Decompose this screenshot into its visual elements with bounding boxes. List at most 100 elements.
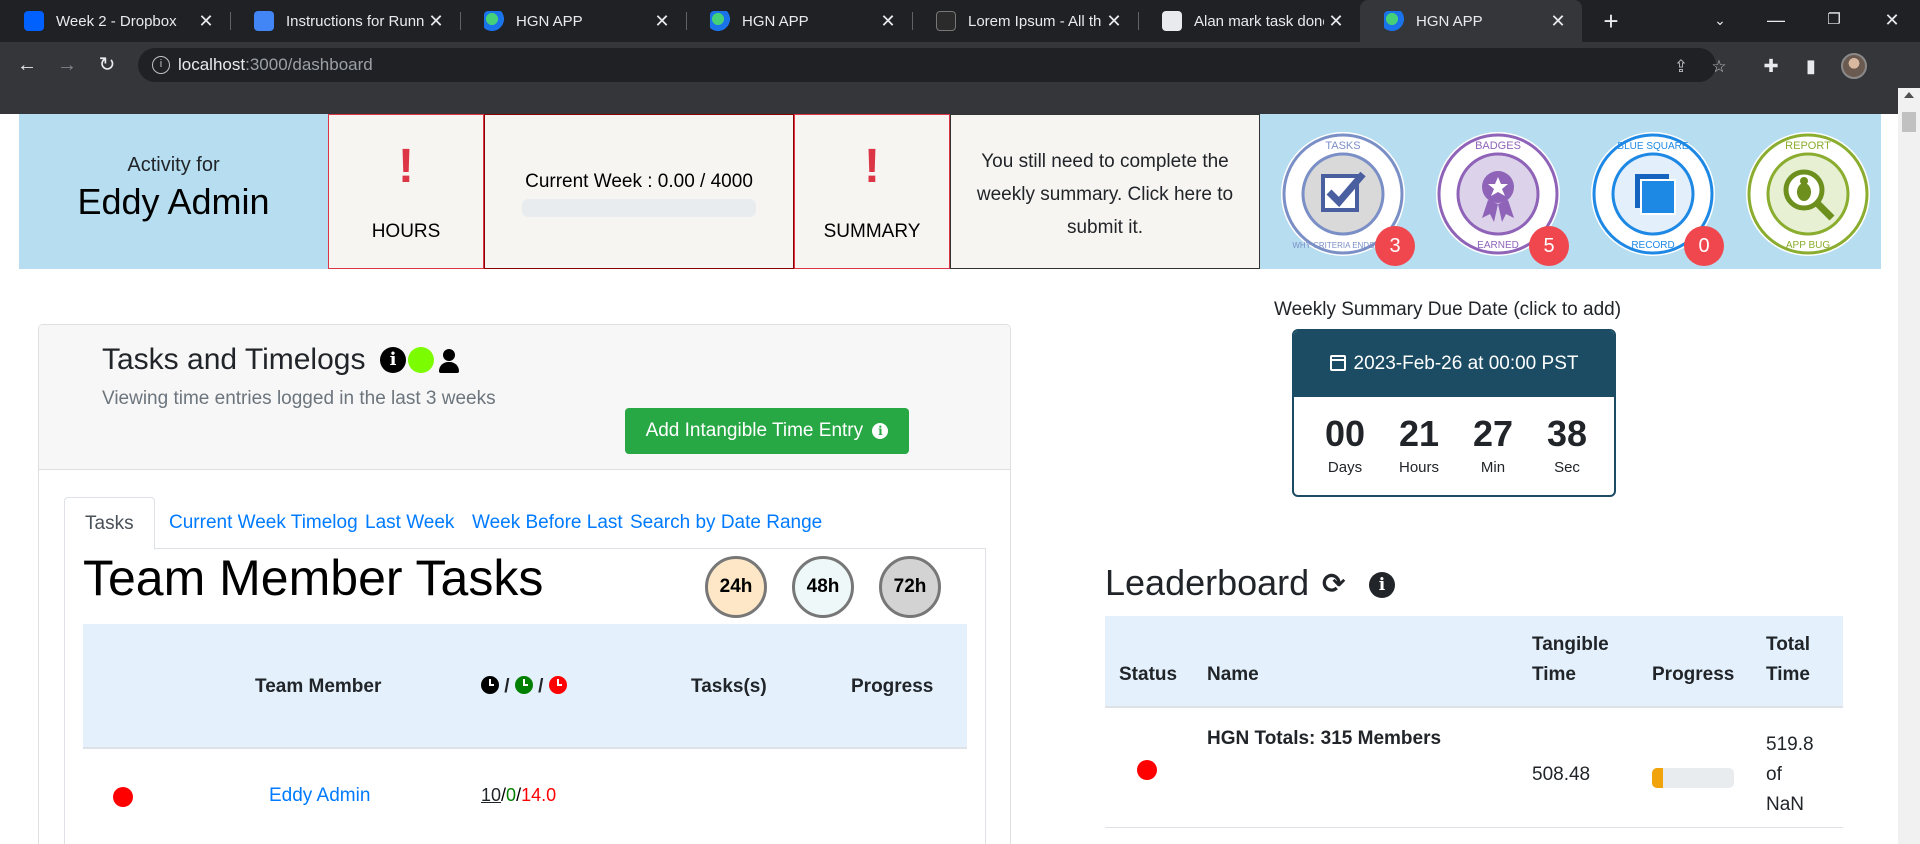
clock-red-icon bbox=[548, 676, 567, 694]
browser-tab[interactable]: Alan mark task done c ✕ bbox=[1138, 0, 1360, 42]
tab-search-icon[interactable]: ⌄ bbox=[1690, 0, 1750, 40]
tab-current-week-timelog[interactable]: Current Week Timelog bbox=[149, 497, 378, 549]
header-tasks: Tasks(s) bbox=[691, 676, 767, 697]
clock-icon bbox=[481, 676, 499, 694]
header-progress: Progress bbox=[851, 676, 934, 697]
share-icon[interactable]: ⇪ bbox=[1670, 56, 1692, 78]
minimize-icon[interactable]: — bbox=[1746, 0, 1806, 40]
info-icon: i bbox=[872, 423, 889, 439]
summary-label: SUMMARY bbox=[823, 221, 921, 242]
close-icon[interactable]: ✕ bbox=[1546, 11, 1570, 32]
hours-label: HOURS bbox=[371, 221, 441, 242]
due-date-label[interactable]: Weekly Summary Due Date (click to add) bbox=[1274, 299, 1621, 321]
bookmark-star-icon[interactable]: ☆ bbox=[1708, 56, 1730, 78]
week-progress-bar bbox=[522, 199, 756, 217]
browser-tab-active[interactable]: HGN APP ✕ bbox=[1360, 0, 1582, 42]
add-intangible-time-button[interactable]: Add Intangible Time Entry i bbox=[625, 408, 909, 454]
svg-text:REPORT: REPORT bbox=[1785, 140, 1831, 152]
member-name-link[interactable]: Eddy Admin bbox=[269, 785, 370, 807]
lorem-icon bbox=[936, 11, 956, 31]
close-icon[interactable]: ✕ bbox=[194, 11, 218, 32]
header-hours-icons: / / bbox=[481, 676, 567, 698]
address-toolbar: ← → ↻ i localhost:3000/dashboard ⇪ ☆ ✚ ▮ bbox=[0, 42, 1920, 88]
github-icon bbox=[1162, 11, 1182, 31]
browser-tab[interactable]: Lorem Ipsum - All the ✕ bbox=[912, 0, 1138, 42]
user-name: Eddy Admin bbox=[77, 181, 270, 222]
close-icon[interactable]: ✕ bbox=[876, 11, 900, 32]
status-dot bbox=[1137, 760, 1157, 780]
status-green-icon[interactable] bbox=[408, 347, 434, 373]
leaderboard-totals-row: HGN Totals: 315 Members 508.48 519.8 of Na… bbox=[1105, 708, 1843, 828]
tab-title: Lorem Ipsum - All the bbox=[968, 12, 1102, 30]
restore-icon[interactable]: ❐ bbox=[1804, 0, 1864, 40]
dropbox-icon bbox=[24, 11, 44, 31]
due-date-text: 2023-Feb-26 at 00:00 PST bbox=[1353, 353, 1579, 374]
hours-logged[interactable]: 10 bbox=[481, 785, 501, 805]
browser-tab[interactable]: HGN APP ✕ bbox=[686, 0, 912, 42]
info-icon[interactable]: i bbox=[380, 347, 406, 373]
weekly-summary-notice[interactable]: You still need to complete the weekly su… bbox=[950, 114, 1260, 269]
profile-avatar[interactable] bbox=[1841, 53, 1867, 79]
tab-title: HGN APP bbox=[742, 12, 809, 30]
member-hours: 10/0/14.0 bbox=[481, 785, 557, 805]
back-icon[interactable]: ← bbox=[12, 50, 42, 80]
scroll-thumb[interactable] bbox=[1902, 112, 1916, 132]
filter-24h-button[interactable]: 24h bbox=[705, 556, 767, 618]
exclamation-icon: ! bbox=[398, 140, 414, 193]
summary-banner: Activity for Eddy Admin ! HOURS Current … bbox=[19, 114, 1881, 269]
close-icon[interactable]: ✕ bbox=[424, 11, 448, 32]
header-tangible-time: Tangible Time bbox=[1532, 634, 1609, 685]
browser-tab[interactable]: Instructions for Runnin ✕ bbox=[230, 0, 460, 42]
close-icon[interactable]: ✕ bbox=[1102, 11, 1126, 32]
activity-header: Activity for Eddy Admin bbox=[19, 114, 328, 269]
new-tab-icon[interactable]: + bbox=[1596, 6, 1626, 36]
header-icons: i bbox=[380, 347, 462, 373]
hours-remaining: 14.0 bbox=[521, 785, 557, 805]
reload-icon[interactable]: ↻ bbox=[92, 50, 122, 80]
filter-72h-button[interactable]: 72h bbox=[879, 556, 941, 618]
tab-title: Instructions for Runnin bbox=[286, 12, 424, 30]
side-panel-icon[interactable]: ▮ bbox=[1800, 55, 1822, 77]
due-date-header: 2023-Feb-26 at 00:00 PST bbox=[1294, 331, 1614, 397]
totals-progress-bar bbox=[1652, 768, 1734, 788]
report-bug-icon[interactable]: REPORT APP BUG bbox=[1746, 132, 1870, 256]
summary-alert[interactable]: ! SUMMARY bbox=[794, 114, 950, 269]
summary-notice-text[interactable]: You still need to complete the weekly su… bbox=[977, 151, 1233, 238]
window-close-icon[interactable]: ✕ bbox=[1862, 0, 1920, 40]
svg-text:BADGES: BADGES bbox=[1475, 140, 1521, 152]
tab-tasks[interactable]: Tasks bbox=[64, 497, 155, 550]
scroll-up-icon[interactable] bbox=[1904, 92, 1914, 98]
close-icon[interactable]: ✕ bbox=[650, 11, 674, 32]
progress-fill bbox=[1652, 768, 1664, 788]
refresh-icon[interactable]: ⟳ bbox=[1322, 570, 1350, 598]
calendar-check-icon bbox=[1329, 355, 1346, 371]
user-icon[interactable] bbox=[436, 347, 462, 373]
extensions-icon[interactable]: ✚ bbox=[1760, 55, 1782, 77]
tab-title: Week 2 - Dropbox bbox=[56, 12, 177, 30]
hours-alert[interactable]: ! HOURS bbox=[328, 114, 484, 269]
page-scrollbar[interactable] bbox=[1898, 88, 1920, 844]
svg-text:APP BUG: APP BUG bbox=[1786, 240, 1830, 251]
close-icon[interactable]: ✕ bbox=[1324, 11, 1348, 32]
browser-tab[interactable]: HGN APP ✕ bbox=[460, 0, 686, 42]
blue-square-count: 0 bbox=[1684, 226, 1724, 266]
svg-text:EARNED: EARNED bbox=[1477, 240, 1519, 251]
due-date-countdown[interactable]: 2023-Feb-26 at 00:00 PST 00 Days 21 Hours … bbox=[1292, 329, 1616, 497]
url-text[interactable]: localhost:3000/dashboard bbox=[178, 55, 373, 75]
status-dot bbox=[113, 787, 133, 807]
browser-tab[interactable]: Week 2 - Dropbox ✕ bbox=[0, 0, 230, 42]
totals-tangible-time: 508.48 bbox=[1532, 764, 1591, 785]
countdown-min: 27 Min bbox=[1472, 413, 1514, 476]
forward-icon[interactable]: → bbox=[52, 50, 82, 80]
leaderboard-header: Status Name Tangible Time Progress Total T… bbox=[1105, 616, 1843, 708]
filter-48h-button[interactable]: 48h bbox=[792, 556, 854, 618]
url-bar[interactable]: i localhost:3000/dashboard ⇪ ☆ bbox=[138, 48, 1727, 82]
bookmark-bar bbox=[0, 88, 1920, 114]
site-info-icon[interactable]: i bbox=[152, 56, 170, 74]
totals-name: HGN Totals: 315 Members bbox=[1207, 728, 1442, 749]
dashboard-page: Activity for Eddy Admin ! HOURS Current … bbox=[0, 114, 1898, 844]
tab-title: HGN APP bbox=[1416, 12, 1483, 30]
info-icon[interactable]: i bbox=[1369, 572, 1395, 598]
countdown-days: 00 Days bbox=[1324, 413, 1366, 476]
tab-search-by-date-range[interactable]: Search by Date Range bbox=[610, 497, 842, 549]
